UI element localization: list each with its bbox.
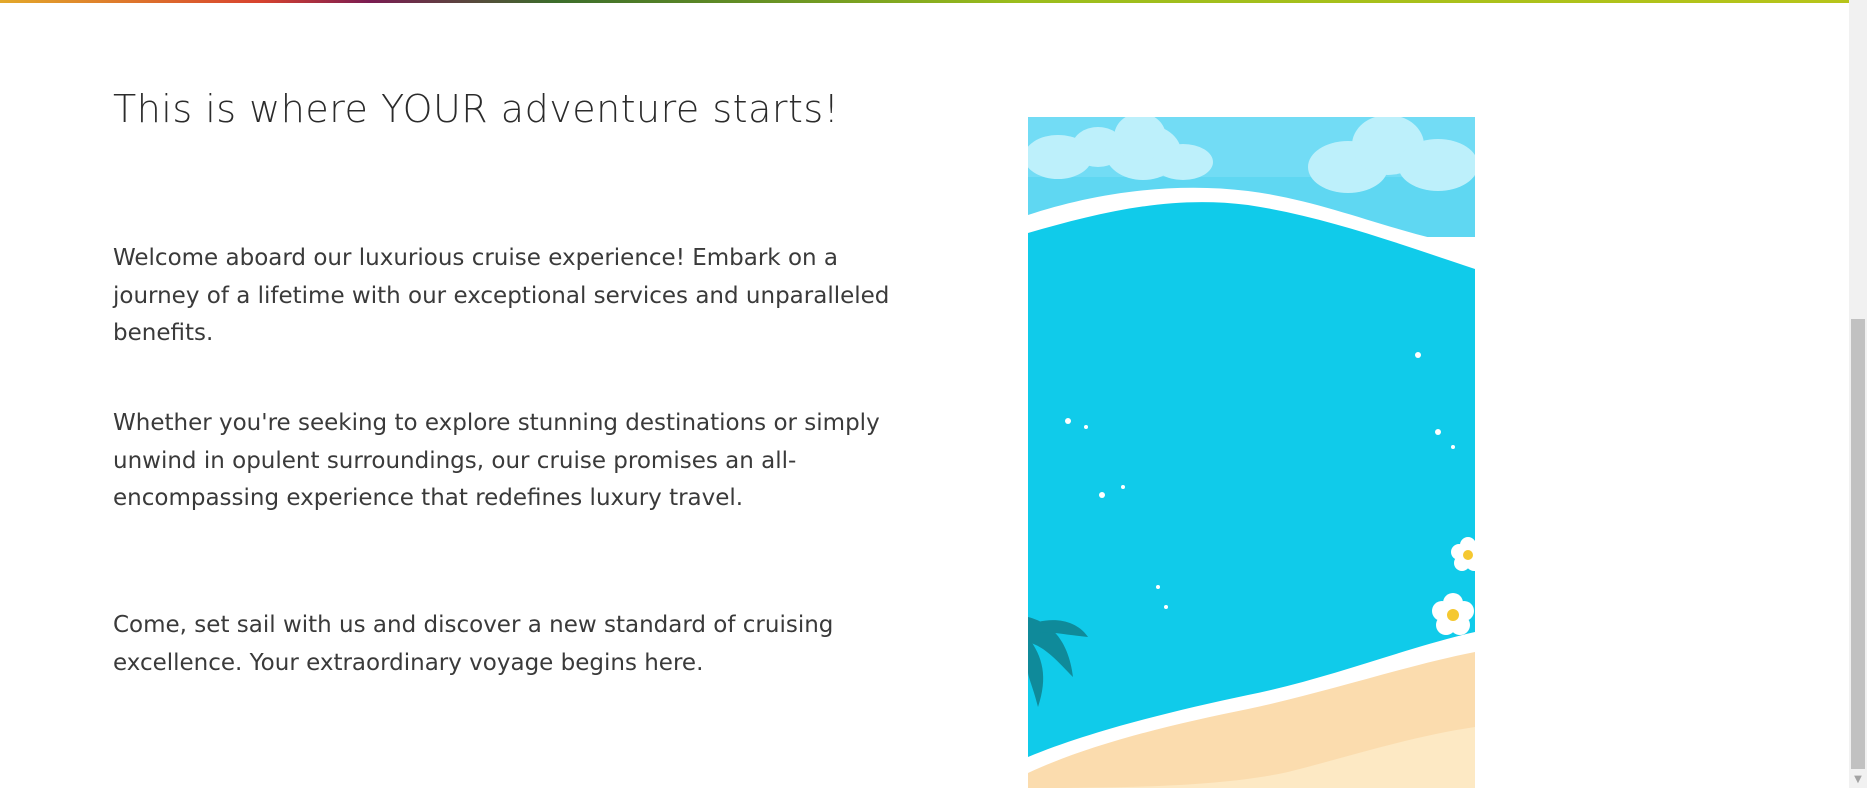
closing-paragraph: Come, set sail with us and discover a ne… [113, 612, 834, 676]
page-heading: This is where YOUR adventure starts! [113, 87, 840, 131]
scrollbar-thumb[interactable] [1851, 319, 1865, 769]
chevron-down-icon[interactable]: ▼ [1849, 771, 1867, 788]
vertical-scrollbar[interactable]: ▼ [1849, 0, 1867, 788]
destinations-paragraph: Whether you're seeking to explore stunni… [113, 410, 880, 511]
intro-paragraph: Welcome aboard our luxurious cruise expe… [113, 245, 890, 346]
beach-ocean-image [1028, 117, 1475, 788]
main-content: This is where YOUR adventure starts! Wel… [0, 3, 1849, 788]
